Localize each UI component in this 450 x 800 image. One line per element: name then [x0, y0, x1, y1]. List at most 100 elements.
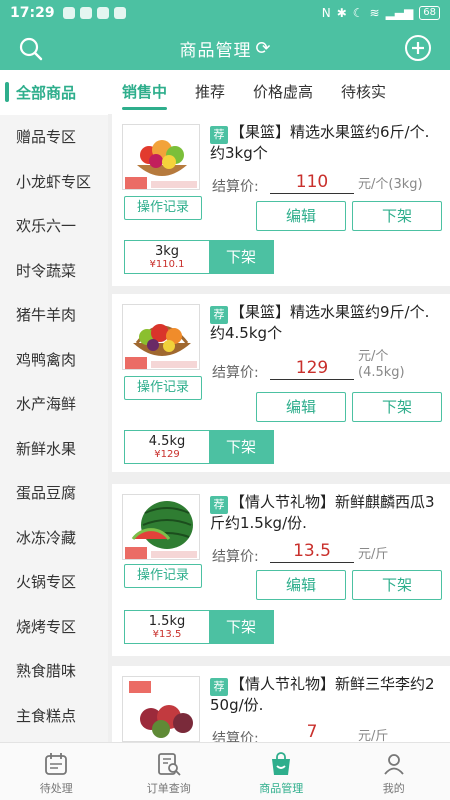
spec-price: ¥13.5 — [152, 629, 182, 640]
system-status-icons: N ✱ ☾ ≋ ▂▄▆ 68 — [322, 6, 440, 20]
category-sidebar: 全部商品 赠品专区 小龙虾专区 欢乐六一 时令蔬菜 猪牛羊肉 鸡鸭禽肉 水产海鲜… — [0, 70, 108, 742]
product-image — [122, 494, 200, 560]
app-header: 商品管理 ⟳ — [0, 26, 450, 70]
spec-delist-button[interactable]: 下架 — [209, 611, 273, 643]
edit-button[interactable]: 编辑 — [256, 392, 346, 422]
plus-circle-icon[interactable] — [404, 34, 432, 62]
sidebar-item-label: 熟食腊味 — [16, 662, 77, 681]
nav-pending[interactable]: 待处理 — [0, 743, 113, 800]
sidebar-item-staples[interactable]: 主食糕点 — [0, 693, 108, 738]
sidebar-item-vegetables[interactable]: 时令蔬菜 — [0, 248, 108, 293]
battery-icon: 68 — [419, 6, 440, 20]
sidebar-item-label: 冰冻冷藏 — [16, 528, 77, 547]
sidebar-item-hotpot[interactable]: 火锅专区 — [0, 560, 108, 605]
moon-icon: ☾ — [352, 6, 364, 20]
sidebar-item-label: 水产海鲜 — [16, 395, 77, 414]
sidebar-item-label: 时令蔬菜 — [16, 261, 77, 280]
status-time: 17:29 — [10, 5, 55, 21]
sidebar-item-deli[interactable]: 熟食腊味 — [0, 649, 108, 694]
app-notification-icon — [96, 7, 109, 19]
spec-item: 3kg ¥110.1 下架 — [124, 240, 274, 274]
product-name: 【情人节礼物】新鲜三华李约250g/份. — [210, 675, 435, 714]
sidebar-item-all[interactable]: 全部商品 — [0, 70, 108, 115]
sidebar-item-label: 猪牛羊肉 — [16, 306, 77, 325]
price-label: 结算价: — [212, 179, 259, 195]
spec-info: 1.5kg ¥13.5 — [125, 611, 209, 643]
price-label: 结算价: — [212, 731, 259, 742]
sidebar-item-fruit[interactable]: 新鲜水果 — [0, 426, 108, 471]
sidebar-item-eggs-tofu[interactable]: 蛋品豆腐 — [0, 471, 108, 516]
sidebar-item-label: 鸡鸭禽肉 — [16, 350, 77, 369]
sidebar-item-poultry[interactable]: 鸡鸭禽肉 — [0, 337, 108, 382]
app-notification-icon — [62, 7, 75, 19]
refresh-icon[interactable]: ⟳ — [255, 38, 270, 59]
status-bar: 17:29 N ✱ ☾ ≋ ▂▄▆ 68 — [0, 0, 450, 26]
tab-recommended[interactable]: 推荐 — [181, 70, 239, 114]
bottom-navigation: 待处理 订单查询 商品管理 我的 — [0, 742, 450, 800]
price-unit: 元/个 (4.5kg) — [358, 349, 405, 380]
sidebar-item-seafood[interactable]: 水产海鲜 — [0, 382, 108, 427]
sidebar-item-label: 烧烤专区 — [16, 617, 77, 636]
sidebar-item-label: 欢乐六一 — [16, 217, 77, 236]
app-notification-icon — [79, 7, 92, 19]
operation-log-button[interactable]: 操作记录 — [124, 376, 202, 400]
tab-overpriced[interactable]: 价格虚高 — [239, 70, 327, 114]
status-tabs: 销售中 推荐 价格虚高 待核实 — [108, 70, 450, 114]
product-card: 荐 【情人节礼物】新鲜三华李约250g/份. 结算价: 7 元/斤 — [112, 666, 450, 742]
product-card: 荐 【果篮】精选水果篮约9斤/个.约4.5kg个 结算价: 129 元/个 (4… — [112, 294, 450, 472]
sidebar-item-label: 火锅专区 — [16, 573, 77, 592]
product-image — [122, 124, 200, 190]
delist-button[interactable]: 下架 — [352, 392, 442, 422]
order-search-icon — [157, 753, 181, 776]
sidebar-item-childrens-day[interactable]: 欢乐六一 — [0, 204, 108, 249]
operation-log-button[interactable]: 操作记录 — [124, 196, 202, 220]
spec-weight: 1.5kg — [148, 614, 186, 629]
delist-button[interactable]: 下架 — [352, 570, 442, 600]
sidebar-item-label: 全部商品 — [16, 83, 77, 102]
sidebar-item-bbq[interactable]: 烧烤专区 — [0, 604, 108, 649]
operation-log-button[interactable]: 操作记录 — [124, 564, 202, 588]
spec-info: 4.5kg ¥129 — [125, 431, 209, 463]
nav-label: 订单查询 — [146, 782, 191, 795]
settlement-price[interactable]: 129 — [270, 357, 354, 380]
spec-weight: 3kg — [154, 244, 180, 259]
edit-button[interactable]: 编辑 — [256, 201, 346, 231]
sidebar-item-label: 赠品专区 — [16, 128, 77, 147]
product-name: 【果篮】精选水果篮约9斤/个.约4.5kg个 — [210, 303, 430, 342]
sidebar-item-gifts[interactable]: 赠品专区 — [0, 115, 108, 160]
spec-info: 3kg ¥110.1 — [125, 241, 209, 273]
product-name: 【果篮】精选水果篮约6斤/个.约3kg个 — [210, 123, 430, 162]
nav-product-management[interactable]: 商品管理 — [225, 743, 338, 800]
sidebar-item-meat[interactable]: 猪牛羊肉 — [0, 293, 108, 338]
search-icon[interactable] — [18, 36, 44, 62]
signal-icon: ▂▄▆ — [385, 6, 414, 20]
sidebar-item-label: 蛋品豆腐 — [16, 484, 77, 503]
wifi-icon: ≋ — [369, 6, 380, 20]
settlement-price[interactable]: 7 — [270, 721, 354, 742]
sidebar-item-label: 新鲜水果 — [16, 439, 77, 458]
sidebar-item-label: 小龙虾专区 — [16, 172, 92, 191]
product-list: 荐 【果篮】精选水果篮约6斤/个.约3kg个 结算价: 110 元/个(3kg)… — [108, 114, 450, 742]
sidebar-item-frozen[interactable]: 冰冻冷藏 — [0, 515, 108, 560]
tab-on-sale[interactable]: 销售中 — [108, 70, 181, 114]
tab-pending-verification[interactable]: 待核实 — [327, 70, 400, 114]
spec-item: 4.5kg ¥129 下架 — [124, 430, 274, 464]
nav-profile[interactable]: 我的 — [338, 743, 450, 800]
calendar-icon — [45, 753, 68, 775]
price-unit: 元/斤 — [358, 547, 389, 562]
nav-order-search[interactable]: 订单查询 — [113, 743, 226, 800]
settlement-price[interactable]: 110 — [270, 171, 354, 194]
price-unit: 元/个(3kg) — [358, 177, 423, 192]
spec-delist-button[interactable]: 下架 — [209, 241, 273, 273]
delist-button[interactable]: 下架 — [352, 201, 442, 231]
spec-weight: 4.5kg — [148, 434, 186, 449]
edit-button[interactable]: 编辑 — [256, 570, 346, 600]
spec-delist-button[interactable]: 下架 — [209, 431, 273, 463]
nav-label: 商品管理 — [259, 782, 304, 795]
price-label: 结算价: — [212, 549, 259, 565]
price-unit: 元/斤 — [358, 729, 389, 742]
sidebar-item-crayfish[interactable]: 小龙虾专区 — [0, 159, 108, 204]
person-icon — [384, 754, 404, 775]
app-notification-icon — [113, 7, 126, 19]
settlement-price[interactable]: 13.5 — [270, 540, 354, 563]
